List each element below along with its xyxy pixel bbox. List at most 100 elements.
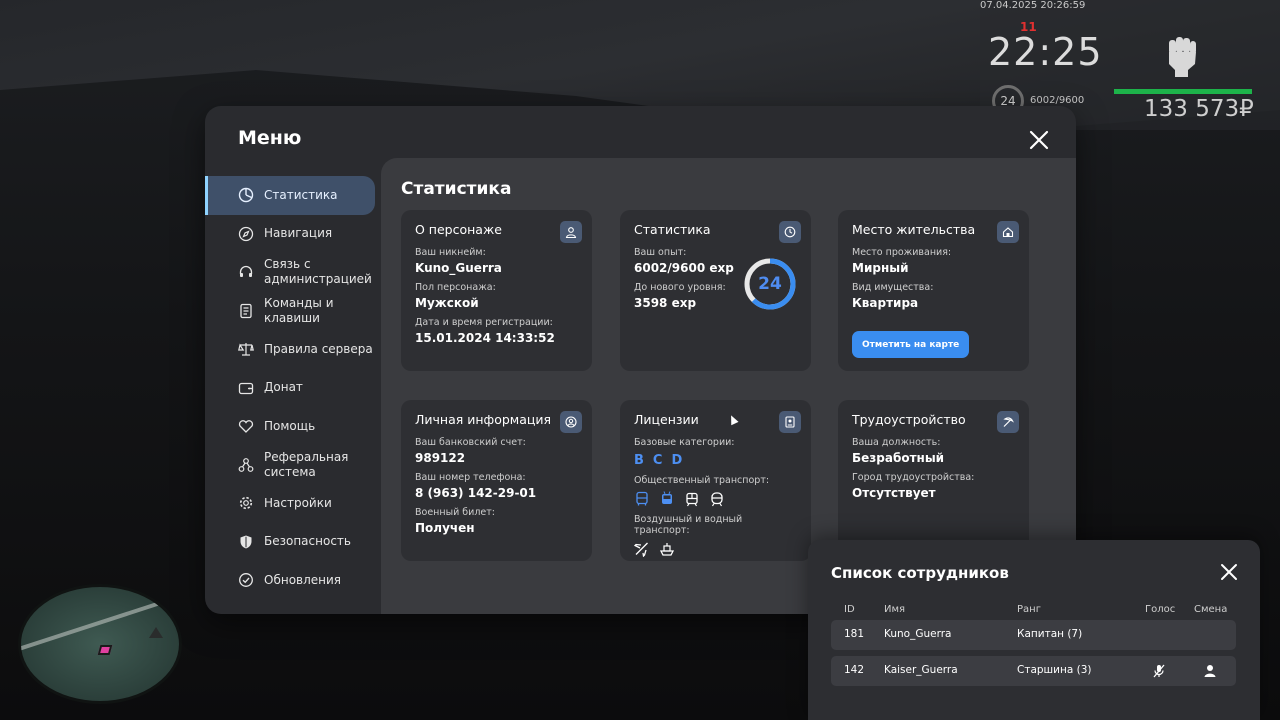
field-label: Место проживания: <box>852 247 952 258</box>
military-id-value: Получен <box>415 521 475 535</box>
license-category: B <box>634 453 644 468</box>
license-category: C <box>652 453 663 468</box>
minimap-player-marker <box>97 645 113 655</box>
card-title: Личная информация <box>415 412 552 427</box>
table-row[interactable]: 181 Kuno_Guerra Капитан (7) <box>831 620 1236 650</box>
boat-icon <box>659 543 675 556</box>
card-title: Статистика <box>634 222 711 237</box>
clock-icon <box>779 221 801 243</box>
airplane-icon <box>634 542 648 557</box>
field-label: Ваш номер телефона: <box>415 472 526 483</box>
card-personal-info: Личная информация Ваш банковский счет: 9… <box>401 400 592 561</box>
gear-icon <box>237 494 255 512</box>
field-label: Город трудоустройства: <box>852 472 975 483</box>
headset-icon <box>237 263 255 281</box>
sidebar-item-label: Донат <box>264 380 303 395</box>
sidebar-item-label: Помощь <box>264 418 316 433</box>
nickname-value: Kuno_Guerra <box>415 261 502 275</box>
fist-icon <box>1169 37 1196 77</box>
table-row[interactable]: 142 Kaiser_Guerra Старшина (3) <box>831 656 1236 686</box>
tram-icon <box>686 492 698 507</box>
field-label: Воздушный и водный транспорт: <box>634 514 743 536</box>
card-title: О персонаже <box>415 222 502 237</box>
position-value: Безработный <box>852 451 945 465</box>
hud-exp: 6002/9600 <box>1030 95 1085 106</box>
check-circle-icon <box>237 571 255 589</box>
row-rank: Старшина (3) <box>1017 664 1092 676</box>
bank-account-value: 989122 <box>415 451 466 465</box>
sidebar-item-navigation[interactable]: Навигация <box>205 215 381 254</box>
gender-value: Мужской <box>415 296 479 310</box>
sidebar-item-label: Реферальная система <box>264 449 349 479</box>
sidebar-item-statistics[interactable]: Статистика <box>205 176 375 215</box>
air-water-transport-icons <box>634 541 797 557</box>
public-transport-icons <box>634 491 797 507</box>
field-label: Дата и время регистрации: <box>415 317 553 328</box>
shield-icon <box>237 533 255 551</box>
home-icon <box>997 221 1019 243</box>
user-icon <box>560 221 582 243</box>
sidebar-item-label: Навигация <box>264 226 333 241</box>
sidebar-item-label: Правила сервера <box>264 341 373 356</box>
sidebar-item-label: Связь с администрацией <box>264 257 372 287</box>
card-licenses: Лицензии Базовые категории: B C D Общест… <box>620 400 811 561</box>
field-label: Пол персонажа: <box>415 282 496 293</box>
sidebar-item-label: Команды и клавиши <box>264 295 334 325</box>
card-character: О персонаже Ваш никнейм: Kuno_Guerra Пол… <box>401 210 592 371</box>
card-statistics: Статистика Ваш опыт: 6002/9600 exp До но… <box>620 210 811 371</box>
sidebar-item-help[interactable]: Помощь <box>205 407 381 446</box>
sidebar-item-donate[interactable]: Донат <box>205 369 381 408</box>
level-number: 24 <box>758 274 782 294</box>
mic-muted-icon[interactable] <box>1151 663 1167 679</box>
license-categories: B C D <box>634 453 797 468</box>
column-header-voice: Голос <box>1145 604 1176 615</box>
sidebar-item-security[interactable]: Безопасность <box>205 523 381 562</box>
hud-health-bar <box>1114 89 1252 94</box>
page-title: Статистика <box>401 179 512 199</box>
id-card-icon <box>779 411 801 433</box>
sidebar: Статистика Навигация Связь с администрац… <box>205 176 381 600</box>
document-icon <box>237 302 255 320</box>
row-id: 181 <box>844 628 865 640</box>
pie-chart-icon <box>237 186 255 204</box>
pickaxe-icon <box>997 411 1019 433</box>
phone-value: 8 (963) 142-29-01 <box>415 486 537 500</box>
residence-value: Мирный <box>852 261 909 275</box>
user-circle-icon <box>560 411 582 433</box>
main-menu: Меню Статистика Навигация Связь с админи… <box>205 106 1076 614</box>
card-title: Лицензии <box>634 412 699 427</box>
minimap-road <box>21 587 179 652</box>
card-residence: Место жительства Место проживания: Мирны… <box>838 210 1029 371</box>
sidebar-item-admin-contact[interactable]: Связь с администрацией <box>205 253 381 292</box>
column-header-rank: Ранг <box>1017 604 1041 615</box>
sidebar-item-label: Статистика <box>264 187 338 202</box>
sidebar-item-rules[interactable]: Правила сервера <box>205 330 381 369</box>
wallet-icon <box>237 379 255 397</box>
hud-money: 133 573₽ <box>1144 96 1254 122</box>
close-icon[interactable] <box>1027 128 1051 152</box>
mark-on-map-button[interactable]: Отметить на карте <box>852 331 970 358</box>
sidebar-item-commands[interactable]: Команды и клавиши <box>205 292 381 331</box>
field-label: Вид имущества: <box>852 282 934 293</box>
column-header-name: Имя <box>884 604 906 615</box>
staff-list-panel: Список сотрудников ID Имя Ранг Голос Сме… <box>808 540 1260 720</box>
metro-icon <box>711 492 723 507</box>
registration-value: 15.01.2024 14:33:52 <box>415 331 555 345</box>
hud-date: 07.04.2025 20:26:59 <box>980 0 1086 11</box>
sidebar-item-referral[interactable]: Реферальная система <box>205 446 381 485</box>
hud-time: 22:25 <box>988 30 1103 74</box>
trolleybus-icon <box>662 491 672 504</box>
staff-list-title: Список сотрудников <box>831 564 1009 582</box>
close-icon[interactable] <box>1218 561 1240 583</box>
minimap-north-arrow <box>149 627 163 638</box>
sidebar-item-updates[interactable]: Обновления <box>205 561 381 600</box>
user-icon[interactable] <box>1202 663 1218 679</box>
property-value: Квартира <box>852 296 919 310</box>
row-rank: Капитан (7) <box>1017 628 1083 640</box>
employment-city-value: Отсутствует <box>852 486 936 500</box>
sidebar-item-settings[interactable]: Настройки <box>205 484 381 523</box>
network-icon <box>237 456 255 474</box>
license-category: D <box>671 453 683 468</box>
card-title: Трудоустройство <box>852 412 966 427</box>
field-label: Ваш банковский счет: <box>415 437 526 448</box>
